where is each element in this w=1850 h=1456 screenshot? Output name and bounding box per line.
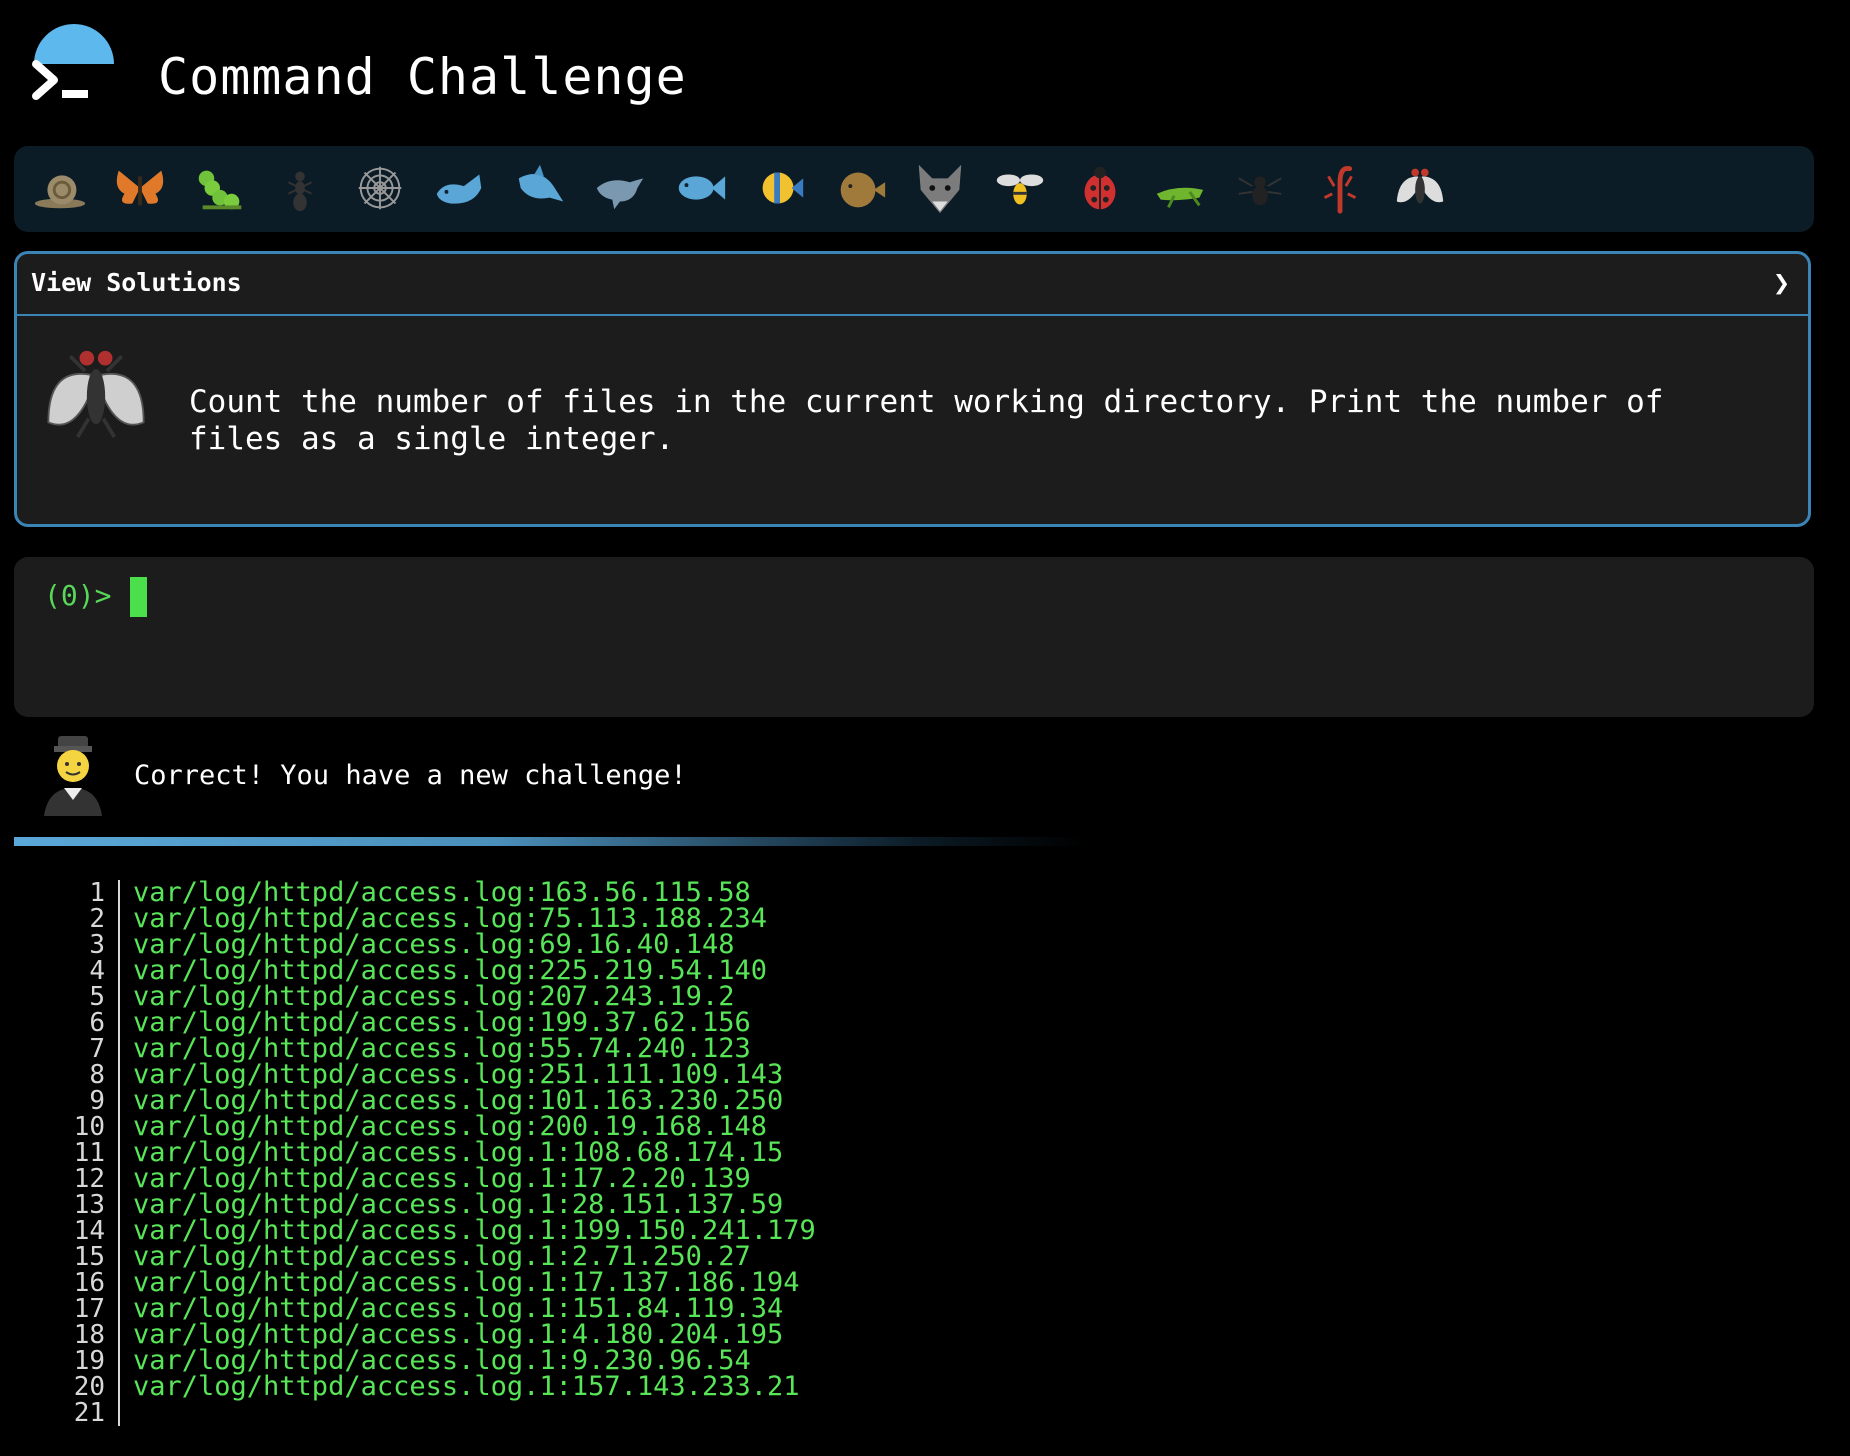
line-number: 10 bbox=[73, 1112, 105, 1142]
cricket-icon[interactable] bbox=[1148, 156, 1212, 220]
scorpion-icon[interactable] bbox=[1308, 156, 1372, 220]
shell-prompt: (0)> bbox=[44, 579, 111, 612]
shark-icon[interactable] bbox=[508, 156, 572, 220]
line-number: 21 bbox=[73, 1398, 105, 1428]
wolf-icon[interactable] bbox=[908, 156, 972, 220]
line-number: 19 bbox=[73, 1346, 105, 1376]
butterfly-icon[interactable] bbox=[108, 156, 172, 220]
chevron-right-icon[interactable]: ❯ bbox=[1773, 266, 1790, 299]
challenge-description: Count the number of files in the current… bbox=[189, 384, 1664, 457]
terminal-input-area[interactable]: (0)> bbox=[14, 557, 1814, 717]
line-number: 13 bbox=[73, 1190, 105, 1220]
fish-icon[interactable] bbox=[668, 156, 732, 220]
level-icon-bar bbox=[14, 146, 1814, 232]
prompt-open: ( bbox=[44, 579, 61, 612]
snail-icon[interactable] bbox=[28, 156, 92, 220]
caterpillar-icon[interactable] bbox=[188, 156, 252, 220]
status-message: Correct! You have a new challenge! bbox=[134, 760, 687, 791]
line-number: 2 bbox=[89, 904, 105, 934]
spider-web-icon[interactable] bbox=[348, 156, 412, 220]
line-number: 4 bbox=[89, 956, 105, 986]
ladybug-icon[interactable] bbox=[1068, 156, 1132, 220]
line-number: 7 bbox=[89, 1034, 105, 1064]
line-number: 8 bbox=[89, 1060, 105, 1090]
line-number: 14 bbox=[73, 1216, 105, 1246]
line-number: 16 bbox=[73, 1268, 105, 1298]
dolphin-icon[interactable] bbox=[588, 156, 652, 220]
line-number: 5 bbox=[89, 982, 105, 1012]
line-number: 11 bbox=[73, 1138, 105, 1168]
fly-icon[interactable] bbox=[1388, 156, 1452, 220]
text-cursor[interactable] bbox=[130, 577, 147, 617]
line-number: 12 bbox=[73, 1164, 105, 1194]
terminal-prompt-icon[interactable] bbox=[30, 58, 92, 106]
line-number: 17 bbox=[73, 1294, 105, 1324]
line-number: 6 bbox=[89, 1008, 105, 1038]
solutions-header[interactable]: View Solutions ❯ bbox=[17, 254, 1808, 316]
line-number: 20 bbox=[73, 1372, 105, 1402]
bee-icon[interactable] bbox=[988, 156, 1052, 220]
ant-icon[interactable] bbox=[268, 156, 332, 220]
line-text: var/log/httpd/access.log.1:157.143.233.2… bbox=[133, 1371, 800, 1402]
line-number: 15 bbox=[73, 1242, 105, 1272]
judge-person-icon bbox=[44, 736, 102, 816]
exit-code: 0 bbox=[60, 579, 78, 612]
prompt-close: )> bbox=[77, 579, 112, 612]
output-line: 20 var/log/httpd/access.log.1:157.143.233… bbox=[0, 1371, 1850, 1402]
tropical-fish-icon[interactable] bbox=[748, 156, 812, 220]
line-number: 1 bbox=[89, 878, 105, 908]
line-number: 3 bbox=[89, 930, 105, 960]
command-output: 1 var/log/httpd/access.log:163.56.115.58 2… bbox=[0, 878, 1850, 1426]
solutions-panel: View Solutions ❯ Count the number of fil… bbox=[14, 251, 1811, 527]
spider-icon[interactable] bbox=[1228, 156, 1292, 220]
blowfish-icon[interactable] bbox=[828, 156, 892, 220]
page-title: Command Challenge bbox=[158, 48, 687, 106]
app-header: Command Challenge bbox=[0, 0, 1850, 140]
section-divider bbox=[14, 837, 1084, 846]
output-line: 21 bbox=[0, 1400, 1850, 1426]
whale-icon[interactable] bbox=[428, 156, 492, 220]
solutions-title[interactable]: View Solutions bbox=[31, 268, 242, 297]
line-number: 18 bbox=[73, 1320, 105, 1350]
fly-icon bbox=[47, 350, 145, 438]
line-number: 9 bbox=[89, 1086, 105, 1116]
